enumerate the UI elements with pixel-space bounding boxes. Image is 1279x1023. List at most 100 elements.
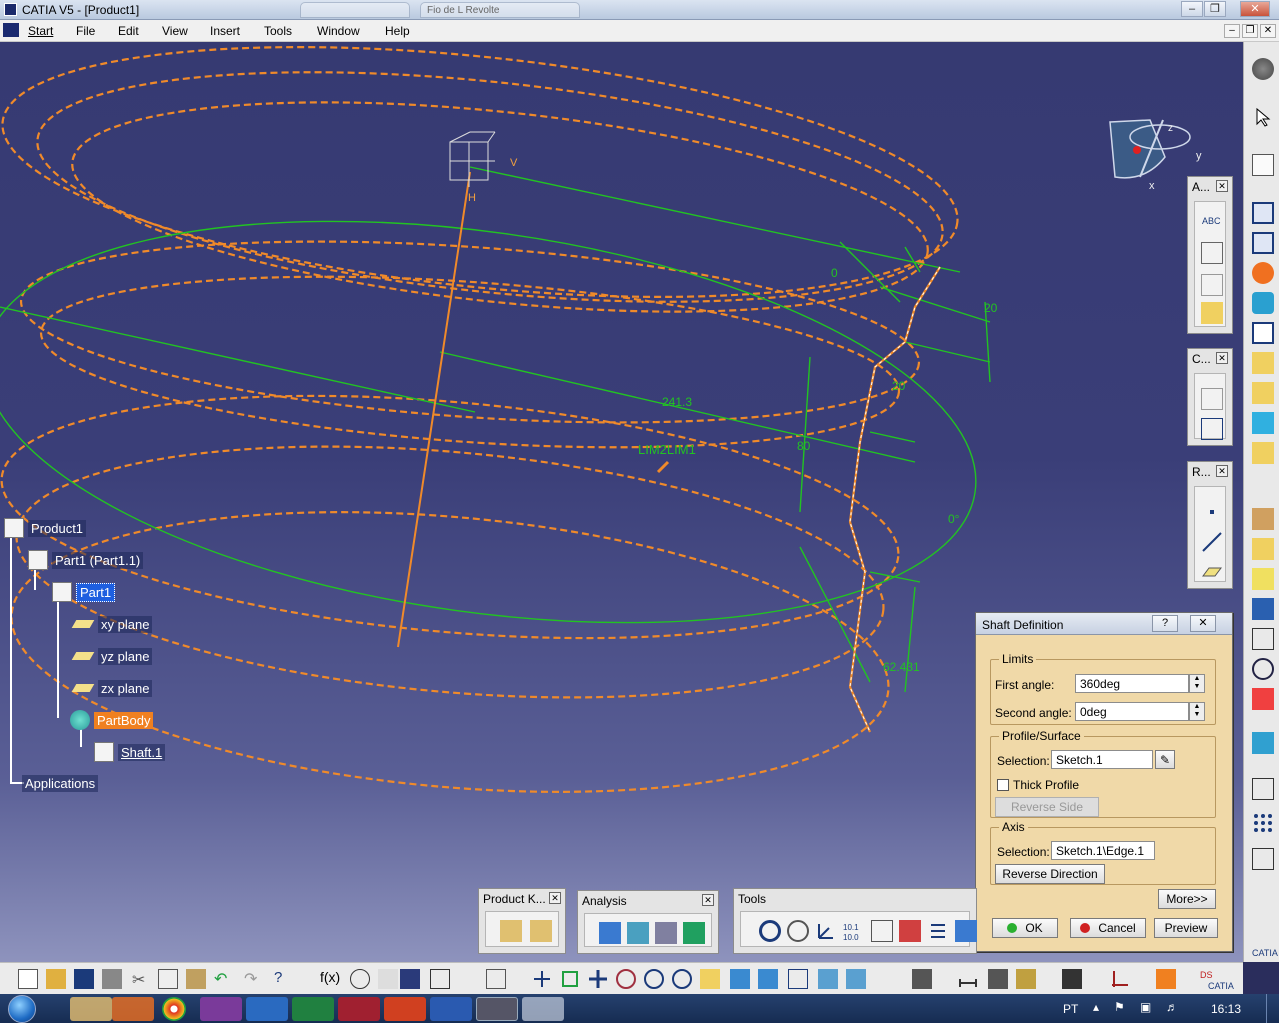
first-angle-spinner[interactable]: ▲ ▼ xyxy=(1189,674,1205,693)
doc-minimize-button[interactable]: – xyxy=(1224,24,1240,38)
cut-icon[interactable]: ✂ xyxy=(130,969,150,989)
table-icon[interactable] xyxy=(400,969,420,989)
hide-show-icon[interactable] xyxy=(818,969,838,989)
iso-view-icon[interactable] xyxy=(758,969,778,989)
flag-note-icon[interactable] xyxy=(1201,242,1223,264)
second-angle-input[interactable]: 0deg xyxy=(1075,702,1189,721)
menu-edit[interactable]: Edit xyxy=(118,24,139,38)
profile-selection-input[interactable]: Sketch.1 xyxy=(1051,750,1153,769)
only-current-body-icon[interactable] xyxy=(899,920,921,942)
menu-window[interactable]: Window xyxy=(317,24,360,38)
datum-icon[interactable] xyxy=(1201,274,1223,296)
dimension-label[interactable]: 241.3 xyxy=(662,395,692,409)
groove-icon[interactable] xyxy=(1252,292,1274,314)
thread-icon[interactable] xyxy=(1252,658,1274,680)
dialog-help-button[interactable]: ? xyxy=(1152,615,1178,632)
tree-node-part1[interactable]: Part1 xyxy=(52,582,116,602)
select-arrow-icon[interactable] xyxy=(1252,106,1274,128)
new-file-icon[interactable] xyxy=(18,969,38,989)
thickness-icon[interactable] xyxy=(1252,628,1274,650)
access-taskbar-icon[interactable] xyxy=(338,997,380,1021)
hole-icon[interactable] xyxy=(1252,322,1274,344)
document-icon[interactable] xyxy=(3,23,19,37)
powerpoint-taskbar-icon[interactable] xyxy=(384,997,426,1021)
sketcher-grid-icon[interactable] xyxy=(1110,969,1130,989)
fillet-icon[interactable] xyxy=(1252,508,1274,530)
tree-node-yz-plane[interactable]: yz plane xyxy=(71,646,153,666)
normal-view-icon[interactable] xyxy=(700,969,720,989)
plane-ref-icon[interactable] xyxy=(1201,559,1223,581)
gear-icon[interactable] xyxy=(1252,58,1274,80)
text-annotation-icon[interactable]: ABC xyxy=(1201,210,1223,232)
dimension-label[interactable]: 80 xyxy=(797,439,810,453)
toolbar-close-button[interactable]: ✕ xyxy=(1216,352,1228,364)
outlook-taskbar-icon[interactable] xyxy=(246,997,288,1021)
open-folder-icon[interactable] xyxy=(46,969,66,989)
slot-icon[interactable] xyxy=(1252,382,1274,404)
rib-icon[interactable] xyxy=(1252,352,1274,374)
tray-arrow-icon[interactable]: ▴ xyxy=(1093,1000,1099,1014)
word-taskbar-icon[interactable] xyxy=(430,997,472,1021)
excel-taskbar-icon[interactable] xyxy=(292,997,334,1021)
tray-network-icon[interactable]: ▣ xyxy=(1140,1000,1151,1014)
mirror-icon[interactable] xyxy=(1252,778,1274,800)
reverse-direction-button[interactable]: Reverse Direction xyxy=(995,864,1105,884)
more-button[interactable]: More>> xyxy=(1158,889,1216,909)
toolbar-close-button[interactable]: ✕ xyxy=(702,894,714,906)
tree-node-part-instance[interactable]: Part1 (Part1.1) xyxy=(28,550,144,570)
maximize-button[interactable]: ❐ xyxy=(1204,1,1226,17)
tree-node-product1[interactable]: Product1 xyxy=(4,518,87,538)
tree-node-shaft[interactable]: Shaft.1 xyxy=(94,742,166,762)
swap-visible-space-icon[interactable] xyxy=(846,969,866,989)
manual-update-icon[interactable] xyxy=(787,920,809,942)
catia-taskbar-icon[interactable] xyxy=(476,997,518,1021)
dimension-label[interactable]: 20 xyxy=(892,379,905,393)
fly-mode-icon[interactable] xyxy=(532,969,552,989)
remove-face-icon[interactable] xyxy=(1252,688,1274,710)
menu-view[interactable]: View xyxy=(162,24,188,38)
thread-analysis-icon[interactable] xyxy=(655,922,677,944)
menu-tools[interactable]: Tools xyxy=(264,24,292,38)
list-icon[interactable] xyxy=(927,920,949,942)
paste-icon[interactable] xyxy=(186,969,206,989)
menu-file[interactable]: File xyxy=(76,24,95,38)
pan-icon[interactable] xyxy=(588,969,608,989)
tap-analysis-icon[interactable] xyxy=(683,922,705,944)
onenote-taskbar-icon[interactable] xyxy=(200,997,242,1021)
rule-icon[interactable] xyxy=(378,969,398,989)
reactions-icon[interactable] xyxy=(530,920,552,942)
rotate-icon[interactable] xyxy=(616,969,636,989)
dimension-label[interactable]: 20 xyxy=(984,301,997,315)
ok-button[interactable]: OK xyxy=(992,918,1058,938)
comment-icon[interactable] xyxy=(350,969,370,989)
tree-node-partbody[interactable]: PartBody xyxy=(70,710,154,730)
copy-icon[interactable] xyxy=(158,969,178,989)
close-window-button[interactable]: ✕ xyxy=(1240,1,1270,17)
zoom-in-icon[interactable] xyxy=(644,969,664,989)
shaft-feature-icon[interactable] xyxy=(1252,262,1274,284)
transformation-icon[interactable] xyxy=(1252,732,1274,754)
menu-help[interactable]: Help xyxy=(385,24,410,38)
line-icon[interactable] xyxy=(1201,531,1223,553)
tray-flag-icon[interactable]: ⚑ xyxy=(1114,1000,1125,1014)
whats-this-icon[interactable]: ? xyxy=(274,969,294,989)
undo-icon[interactable]: ↶ xyxy=(214,969,234,989)
dimension-label[interactable]: 62.431 xyxy=(883,660,920,674)
shell-icon[interactable] xyxy=(1252,598,1274,620)
save-icon[interactable] xyxy=(74,969,94,989)
tray-volume-icon[interactable]: ♬ xyxy=(1166,1000,1178,1014)
sketch-edit-icon[interactable]: ✎ xyxy=(1155,750,1175,769)
pocket-icon[interactable] xyxy=(1252,232,1274,254)
constraint-dialog-icon[interactable] xyxy=(1201,418,1223,440)
minimize-button[interactable]: – xyxy=(1181,1,1203,17)
fit-all-icon[interactable] xyxy=(560,969,580,989)
notepad-taskbar-icon[interactable] xyxy=(522,997,564,1021)
explorer-taskbar-icon[interactable] xyxy=(70,997,112,1021)
chamfer-icon[interactable] xyxy=(1252,538,1274,560)
tree-node-xy-plane[interactable]: xy plane xyxy=(71,614,153,634)
tree-node-zx-plane[interactable]: zx plane xyxy=(71,678,153,698)
point-icon[interactable] xyxy=(1201,501,1223,523)
pattern-icon[interactable] xyxy=(1252,812,1274,834)
stiffener-icon[interactable] xyxy=(1252,412,1274,434)
scaling-icon[interactable] xyxy=(1252,848,1274,870)
